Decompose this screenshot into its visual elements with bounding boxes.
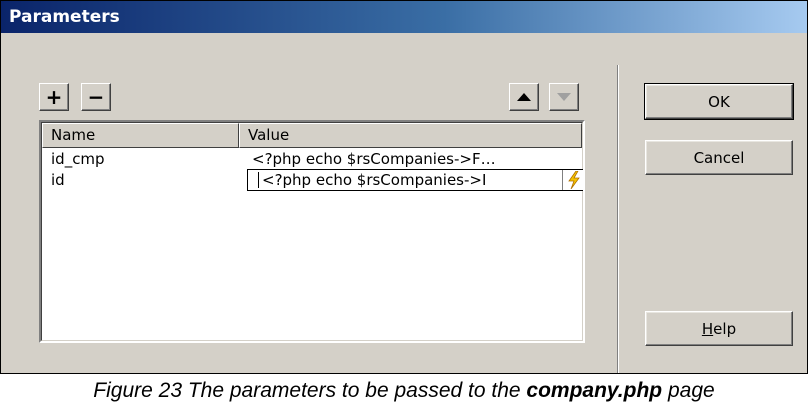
cancel-button[interactable]: Cancel xyxy=(645,140,793,175)
remove-parameter-button[interactable]: − xyxy=(81,83,111,111)
add-parameter-button[interactable]: + xyxy=(39,83,69,111)
param-name-cell[interactable]: id_cmp xyxy=(51,149,105,169)
help-label: elp xyxy=(713,319,737,338)
parameters-grid[interactable]: Name Value id_cmp <?php echo $rsCompanie… xyxy=(39,120,585,343)
up-arrow-icon xyxy=(517,93,531,101)
down-arrow-icon xyxy=(557,93,571,101)
text-caret xyxy=(258,172,259,188)
column-header-name[interactable]: Name xyxy=(42,123,239,148)
param-value-cell[interactable]: <?php echo $rsCompanies->F… xyxy=(252,149,496,169)
move-down-button[interactable] xyxy=(549,83,579,111)
minus-icon: − xyxy=(87,85,105,109)
ok-button[interactable]: OK xyxy=(644,83,794,120)
column-header-value[interactable]: Value xyxy=(239,123,582,148)
help-button[interactable]: Help xyxy=(645,311,793,346)
parameters-dialog: Parameters + − Name Value id_cmp <?php e… xyxy=(0,0,808,374)
plus-icon: + xyxy=(45,85,63,109)
vertical-separator xyxy=(617,65,619,373)
figure-caption: Figure 23 The parameters to be passed to… xyxy=(93,379,715,402)
dialog-content: + − Name Value id_cmp <?php echo $rsComp… xyxy=(1,33,807,373)
lightning-bolt-icon[interactable] xyxy=(562,170,583,190)
move-up-button[interactable] xyxy=(509,83,539,111)
param-value-edit-field[interactable]: <?php echo $rsCompanies->I xyxy=(247,169,583,191)
param-name-cell[interactable]: id xyxy=(51,170,65,190)
dialog-title: Parameters xyxy=(1,1,807,33)
param-value-edit-text: <?php echo $rsCompanies->I xyxy=(262,171,487,189)
help-mnemonic: H xyxy=(701,319,714,338)
caption-filename: company.php xyxy=(526,379,663,402)
